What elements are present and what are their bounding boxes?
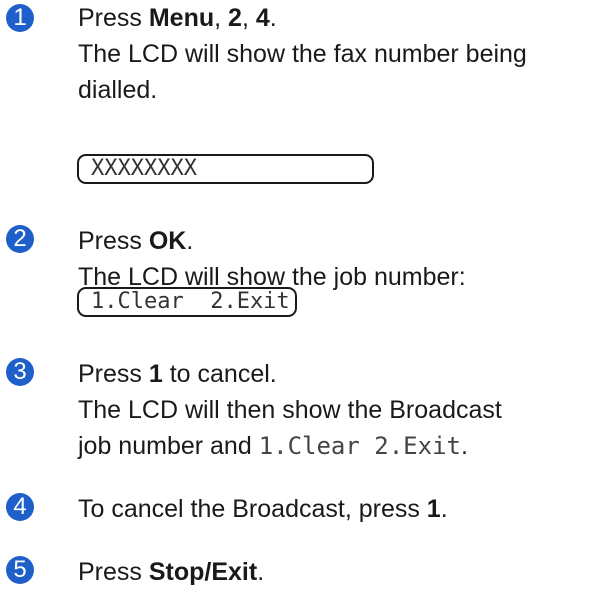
- step-3-text: Press 1 to cancel. The LCD will then sho…: [78, 356, 616, 464]
- ok-key-label: OK: [148, 227, 187, 255]
- step-number-2: 2: [6, 225, 34, 253]
- step-1-line-2: The LCD will show the fax number being: [78, 40, 527, 68]
- text-suffix: .: [269, 4, 277, 32]
- step-5-line-1: Press Stop/Exit.: [78, 554, 616, 590]
- step-4-text: To cancel the Broadcast, press 1.: [78, 491, 616, 527]
- step-2-line-1: Press OK.: [78, 223, 616, 259]
- step-1-line-1: Press Menu, 2, 4.: [78, 0, 616, 36]
- text-prefix: job number and: [78, 432, 259, 460]
- step-1-text: Press Menu, 2, 4. The LCD will show the …: [78, 0, 616, 108]
- step-3-line-3: job number and 1.Clear 2.Exit.: [78, 428, 616, 464]
- stop-exit-key-label: Stop/Exit: [148, 558, 258, 586]
- text-prefix: Press: [78, 227, 149, 255]
- menu-key-label: Menu: [148, 4, 215, 32]
- step-number-1: 1: [6, 4, 34, 32]
- step-number-3: 3: [6, 358, 34, 386]
- step-1-line-3: dialled.: [78, 76, 158, 104]
- step-5-text: Press Stop/Exit.: [78, 554, 616, 590]
- step-number-5: 5: [6, 556, 34, 584]
- lcd-display-fax-number: XXXXXXXX: [77, 154, 374, 184]
- step-number-4: 4: [6, 493, 34, 521]
- key-4-label: 4: [255, 4, 270, 32]
- separator: ,: [214, 4, 229, 32]
- text-suffix: .: [440, 495, 448, 523]
- text-suffix: .: [186, 227, 194, 255]
- key-1-label: 1: [426, 495, 441, 523]
- step-3-line-2: The LCD will then show the Broadcast: [78, 396, 502, 424]
- text-suffix: to cancel.: [162, 360, 277, 388]
- step-2-text: Press OK. The LCD will show the job numb…: [78, 223, 616, 295]
- text-prefix: To cancel the Broadcast, press: [78, 495, 427, 523]
- step-4-line-1: To cancel the Broadcast, press 1.: [78, 491, 616, 527]
- key-2-label: 2: [228, 4, 242, 32]
- key-1-label: 1: [148, 360, 163, 388]
- text-suffix: .: [460, 432, 468, 460]
- lcd-inline-text: 1.Clear 2.Exit: [258, 432, 461, 460]
- text-prefix: Press: [78, 360, 149, 388]
- text-prefix: Press: [78, 4, 149, 32]
- step-3-line-1: Press 1 to cancel.: [78, 356, 616, 392]
- text-prefix: Press: [78, 558, 149, 586]
- separator: ,: [241, 4, 256, 32]
- lcd-display-job-options: 1.Clear 2.Exit: [77, 287, 297, 317]
- text-suffix: .: [257, 558, 265, 586]
